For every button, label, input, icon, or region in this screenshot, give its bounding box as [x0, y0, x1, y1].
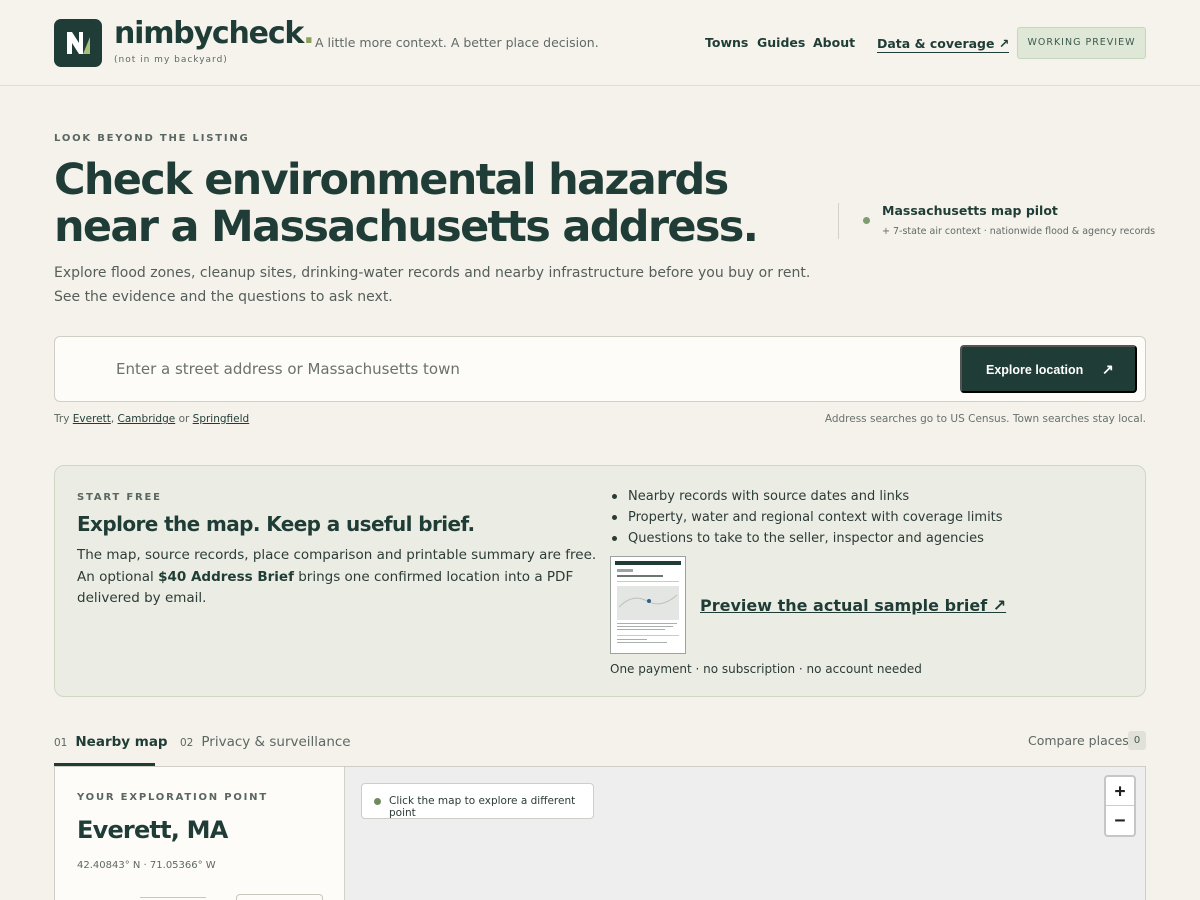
nav-towns[interactable]: Towns	[705, 35, 748, 50]
list-item: Property, water and regional context wit…	[612, 507, 1003, 528]
zoom-control: + −	[1104, 775, 1136, 837]
tab-nearby-map[interactable]: 01 Nearby map	[54, 731, 168, 750]
hero-title: Check environmental hazards near a Massa…	[54, 155, 759, 252]
tagline: A little more context. A better place de…	[315, 35, 599, 50]
pilot-title: Massachusetts map pilot	[882, 203, 1058, 218]
zoom-in-button[interactable]: +	[1106, 777, 1134, 806]
exploration-coordinates: 42.40843° N · 71.05366° W	[77, 860, 216, 871]
tab-privacy-surveillance[interactable]: 02 Privacy & surveillance	[180, 731, 351, 750]
working-preview-badge: WORKING PREVIEW	[1017, 27, 1146, 59]
try-springfield-link[interactable]: Springfield	[193, 413, 250, 425]
hero-eyebrow: LOOK BEYOND THE LISTING	[54, 133, 250, 144]
site-header: nimbycheck. (not in my backyard) A littl…	[0, 0, 1200, 86]
exploration-place-title: Everett, MA	[77, 816, 228, 844]
logo-icon[interactable]	[54, 19, 102, 67]
pilot-divider	[838, 203, 839, 239]
payment-note: One payment · no subscription · no accou…	[610, 662, 922, 676]
address-brief-price: $40 Address Brief	[158, 568, 294, 585]
list-item: Nearby records with source dates and lin…	[612, 486, 1003, 507]
exploration-point-label: YOUR EXPLORATION POINT	[77, 792, 268, 803]
zoom-out-button[interactable]: −	[1106, 806, 1134, 835]
search-note: Address searches go to US Census. Town s…	[824, 413, 1146, 425]
brand-subtitle: (not in my backyard)	[114, 55, 228, 65]
try-cambridge-link[interactable]: Cambridge	[118, 413, 176, 425]
map-click-hint[interactable]: Click the map to explore a different poi…	[361, 783, 594, 819]
hero-lead: Explore flood zones, cleanup sites, drin…	[54, 265, 811, 305]
feature-list: Nearby records with source dates and lin…	[612, 486, 1003, 549]
start-free-text: The map, source records, place compariso…	[77, 547, 597, 606]
sidebar-action-button[interactable]	[236, 894, 323, 900]
arrow-up-right-icon: ↗	[1102, 361, 1114, 377]
sample-brief-thumbnail[interactable]	[610, 556, 686, 654]
nav-about[interactable]: About	[813, 35, 855, 50]
explore-location-button[interactable]: Explore location ↗	[960, 345, 1137, 393]
nav-data-coverage[interactable]: Data & coverage ↗	[877, 36, 1010, 53]
pilot-subtitle: + 7-state air context · nationwide flood…	[882, 226, 1156, 237]
compare-places-button[interactable]: Compare places	[1028, 733, 1129, 748]
start-free-title: Explore the map. Keep a useful brief.	[77, 512, 475, 536]
try-suggestions: Try Everett, Cambridge or Springfield	[54, 413, 250, 425]
compare-count-badge: 0	[1128, 731, 1146, 750]
explore-location-label: Explore location	[986, 363, 1084, 377]
sample-brief-link[interactable]: Preview the actual sample brief ↗	[700, 596, 1006, 615]
search-input[interactable]	[116, 356, 936, 382]
list-item: Questions to take to the seller, inspect…	[612, 528, 1003, 549]
try-everett-link[interactable]: Everett	[73, 413, 111, 425]
start-free-eyebrow: START FREE	[77, 492, 162, 503]
pilot-status-dot-icon	[863, 217, 870, 224]
nav-guides[interactable]: Guides	[757, 35, 805, 50]
hint-dot-icon	[374, 798, 381, 805]
brand-name[interactable]: nimbycheck.	[114, 16, 315, 52]
